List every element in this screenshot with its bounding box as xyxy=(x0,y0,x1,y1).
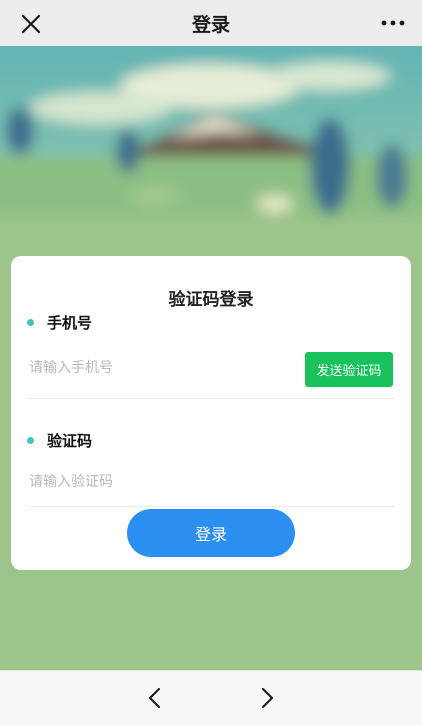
bullet-dot-icon xyxy=(27,319,34,326)
divider xyxy=(27,506,394,507)
page-title: 登录 xyxy=(191,13,230,36)
code-label: 验证码 xyxy=(27,430,92,451)
divider xyxy=(27,398,394,399)
top-bar: 登录 xyxy=(0,0,422,46)
phone-input[interactable] xyxy=(29,352,289,384)
send-code-button[interactable]: 发送验证码 xyxy=(305,352,393,387)
phone-label-text: 手机号 xyxy=(47,314,93,332)
bottom-nav-bar xyxy=(0,670,422,725)
code-label-text: 验证码 xyxy=(47,432,93,450)
login-button[interactable]: 登录 xyxy=(127,509,295,557)
bullet-dot-icon xyxy=(27,437,34,444)
code-input[interactable] xyxy=(29,466,349,498)
card-title: 验证码登录 xyxy=(168,290,254,310)
phone-label: 手机号 xyxy=(27,312,92,333)
chevron-left-icon[interactable] xyxy=(144,685,166,711)
login-card: 验证码登录 手机号 发送验证码 验证码 登录 xyxy=(11,256,411,570)
close-icon[interactable] xyxy=(18,11,44,37)
more-dots-icon[interactable] xyxy=(380,12,406,34)
chevron-right-icon[interactable] xyxy=(256,685,278,711)
